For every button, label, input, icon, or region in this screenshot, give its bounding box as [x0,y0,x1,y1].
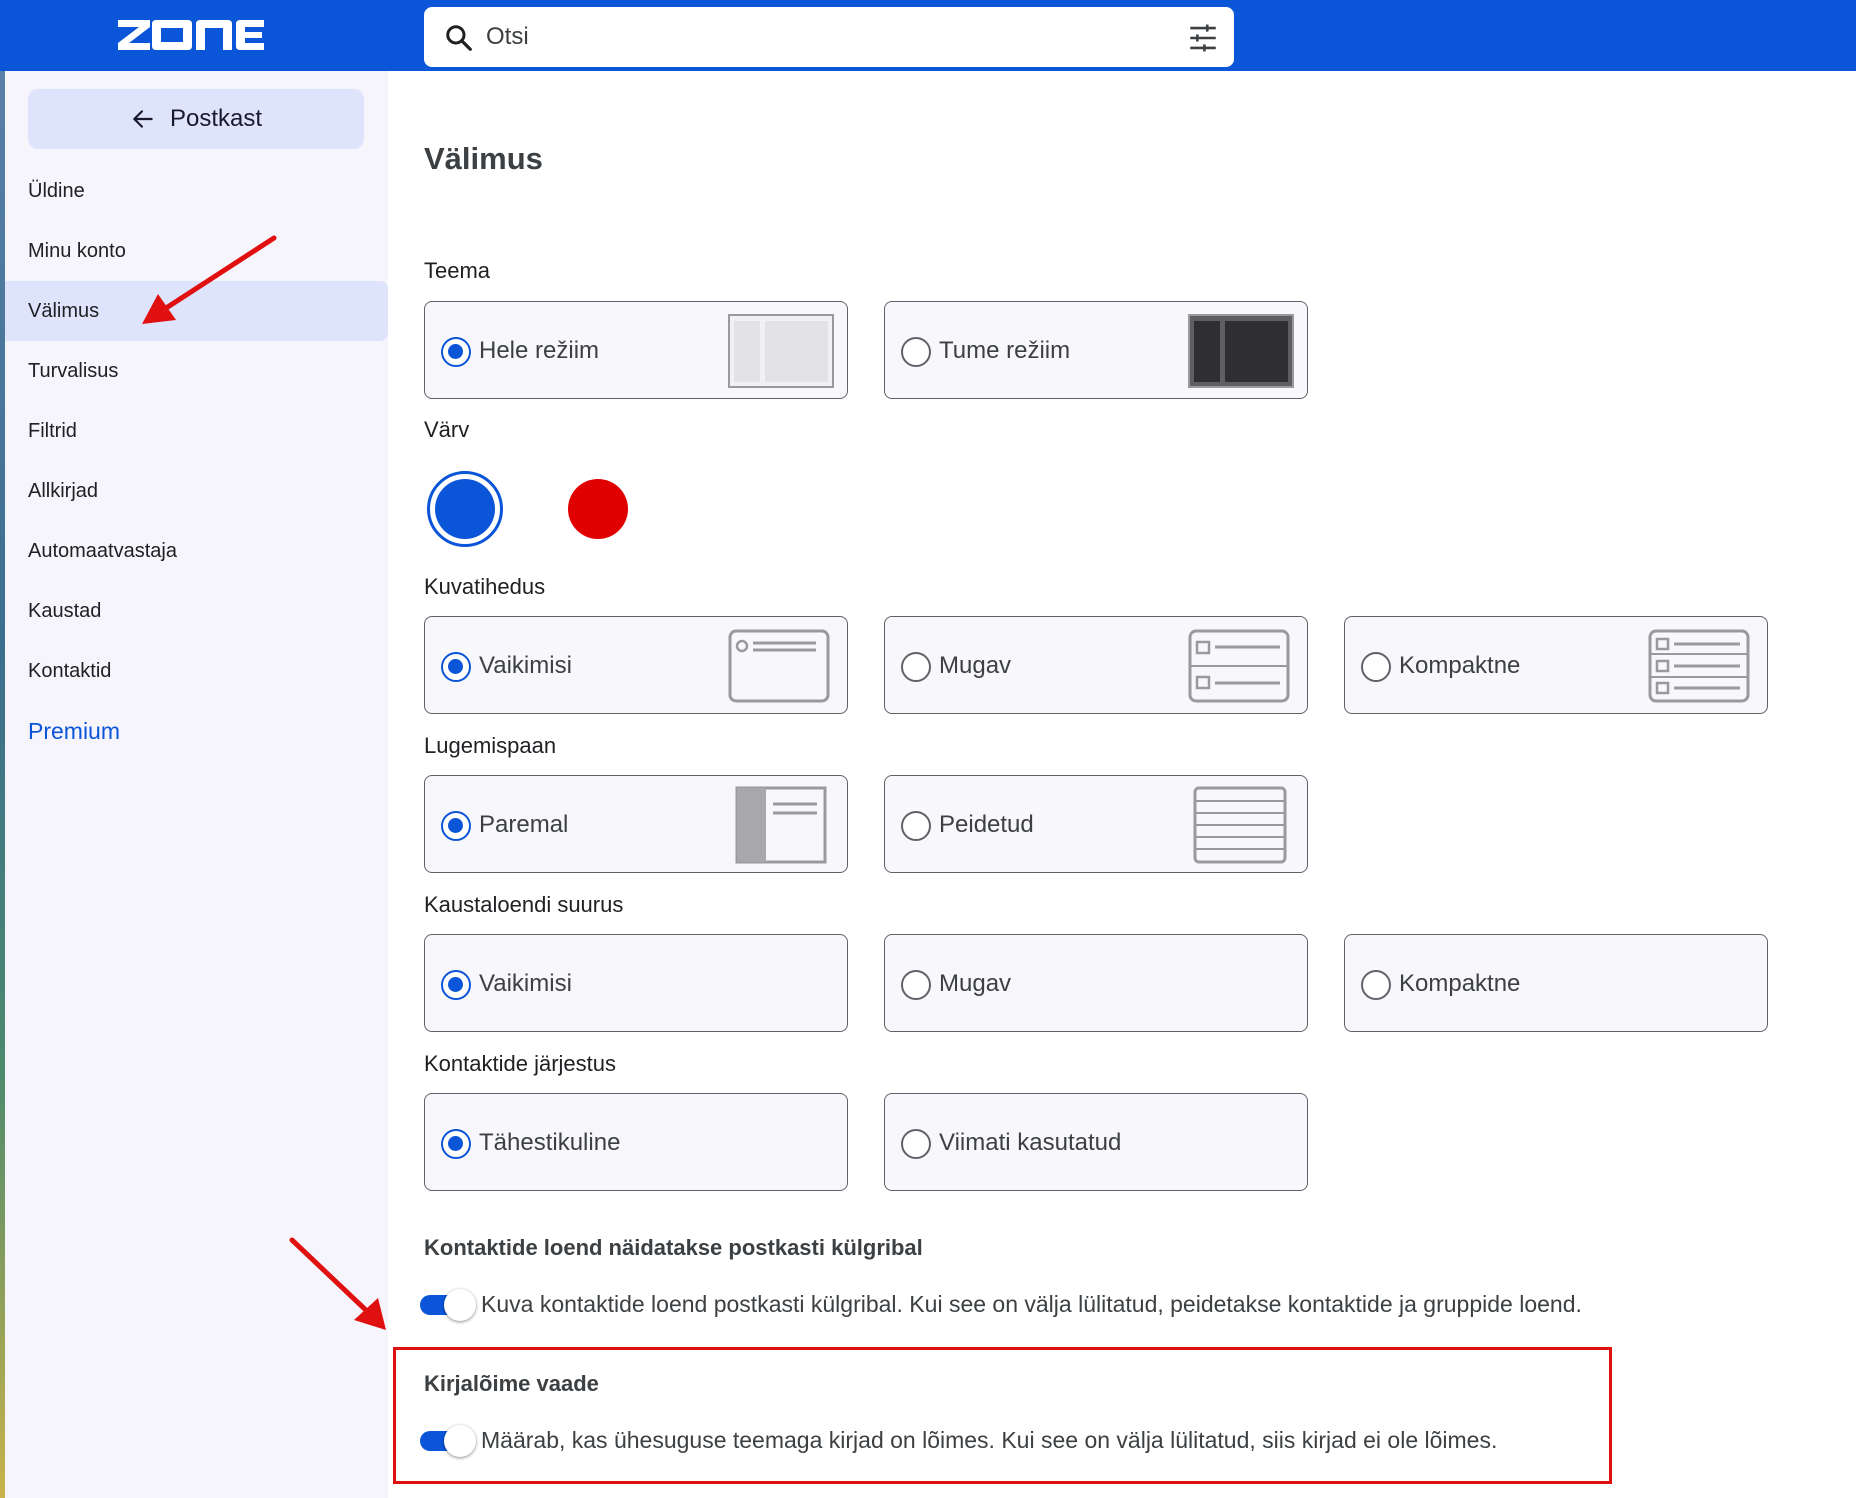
page-title: Välimus [424,141,543,176]
reading-pane-option-hidden[interactable]: Peidetud [884,775,1308,873]
search-bar [424,7,1234,67]
color-swatch-blue-fill [435,479,495,539]
contact-order-option-recent[interactable]: Viimati kasutatud [884,1093,1308,1191]
radio-light-checked[interactable] [441,337,471,367]
dark-theme-preview-icon [1188,314,1294,388]
density-default-preview-icon [728,629,830,703]
filter-settings-icon[interactable] [1186,21,1220,55]
reading-pane-hidden-preview-icon [1193,786,1287,864]
radio-folder-comfortable[interactable] [901,970,931,1000]
theme-label: Teema [424,258,491,283]
color-label: Värv [424,417,470,442]
sidebar-item-general[interactable]: Üldine [5,161,388,221]
contacts-sidebar-label: Kontaktide loend näidatakse postkasti kü… [424,1235,923,1260]
back-button-label: Postkast [169,105,263,132]
radio-recent[interactable] [901,1129,931,1159]
density-option-compact[interactable]: Kompaktne [1344,616,1768,714]
density-option-default[interactable]: Vaikimisi [424,616,848,714]
folder-size-option-default[interactable]: Vaikimisi [424,934,848,1032]
sidebar-item-folders[interactable]: Kaustad [5,581,388,641]
density-compact-preview-icon [1648,629,1750,703]
folder-size-option-compact-label: Kompaktne [1399,970,1521,997]
folder-size-option-comfortable-label: Mugav [939,970,1012,997]
sidebar-item-contacts[interactable]: Kontaktid [5,641,388,701]
density-comfortable-preview-icon [1188,629,1290,703]
annotation-arrow-icon [289,1237,386,1330]
radio-dark[interactable] [901,337,931,367]
density-option-compact-label: Kompaktne [1399,652,1521,679]
density-option-comfortable[interactable]: Mugav [884,616,1308,714]
folder-size-option-comfortable[interactable]: Mugav [884,934,1308,1032]
sidebar-item-premium[interactable]: Premium [5,701,388,761]
density-option-comfortable-label: Mugav [939,652,1012,679]
radio-density-compact[interactable] [1361,652,1391,682]
annotation-arrow-icon [142,235,277,324]
radio-density-comfortable[interactable] [901,652,931,682]
sidebar-item-autoresponder[interactable]: Automaatvastaja [5,521,388,581]
density-option-default-label: Vaikimisi [479,652,572,679]
density-label: Kuvatihedus [424,574,546,599]
arrow-left-icon [133,110,153,128]
contact-order-option-alphabetical[interactable]: Tähestikuline [424,1093,848,1191]
reading-pane-right-preview-icon [735,786,827,864]
zone-logo[interactable] [116,18,266,52]
radio-folder-default-checked[interactable] [441,970,471,1000]
reading-pane-option-hidden-label: Peidetud [939,811,1034,838]
search-input[interactable] [486,7,1136,67]
radio-folder-compact[interactable] [1361,970,1391,1000]
folder-size-label: Kaustaloendi suurus [424,892,624,917]
radio-reading-pane-right-checked[interactable] [441,811,471,841]
reading-pane-label: Lugemispaan [424,733,557,758]
theme-option-dark-label: Tume režiim [939,337,1071,364]
radio-density-default-checked[interactable] [441,652,471,682]
sidebar-item-signatures[interactable]: Allkirjad [5,461,388,521]
back-to-inbox-button[interactable]: Postkast [28,89,364,149]
theme-option-light-label: Hele režiim [479,337,600,364]
reading-pane-option-right[interactable]: Paremal [424,775,848,873]
folder-size-option-default-label: Vaikimisi [479,970,572,997]
color-swatch-red[interactable] [568,479,628,539]
radio-alphabetical-checked[interactable] [441,1129,471,1159]
toggle-knob [444,1289,476,1321]
contact-order-label: Kontaktide järjestus [424,1051,616,1076]
top-bar [0,0,1856,71]
contact-order-option-recent-label: Viimati kasutatud [939,1129,1122,1156]
contact-order-option-alphabetical-label: Tähestikuline [479,1129,621,1156]
contacts-sidebar-toggle[interactable] [418,1287,480,1321]
folder-size-option-compact[interactable]: Kompaktne [1344,934,1768,1032]
sidebar-item-security[interactable]: Turvalisus [5,341,388,401]
theme-option-dark[interactable]: Tume režiim [884,301,1308,399]
light-theme-preview-icon [728,314,834,388]
contacts-sidebar-description: Kuva kontaktide loend postkasti külgriba… [481,1291,1582,1317]
sidebar-item-filters[interactable]: Filtrid [5,401,388,461]
color-swatch-blue[interactable] [427,471,503,547]
radio-reading-pane-hidden[interactable] [901,811,931,841]
annotation-highlight-box [393,1347,1612,1484]
reading-pane-option-right-label: Paremal [479,811,569,838]
theme-option-light[interactable]: Hele režiim [424,301,848,399]
search-icon[interactable] [444,23,474,53]
